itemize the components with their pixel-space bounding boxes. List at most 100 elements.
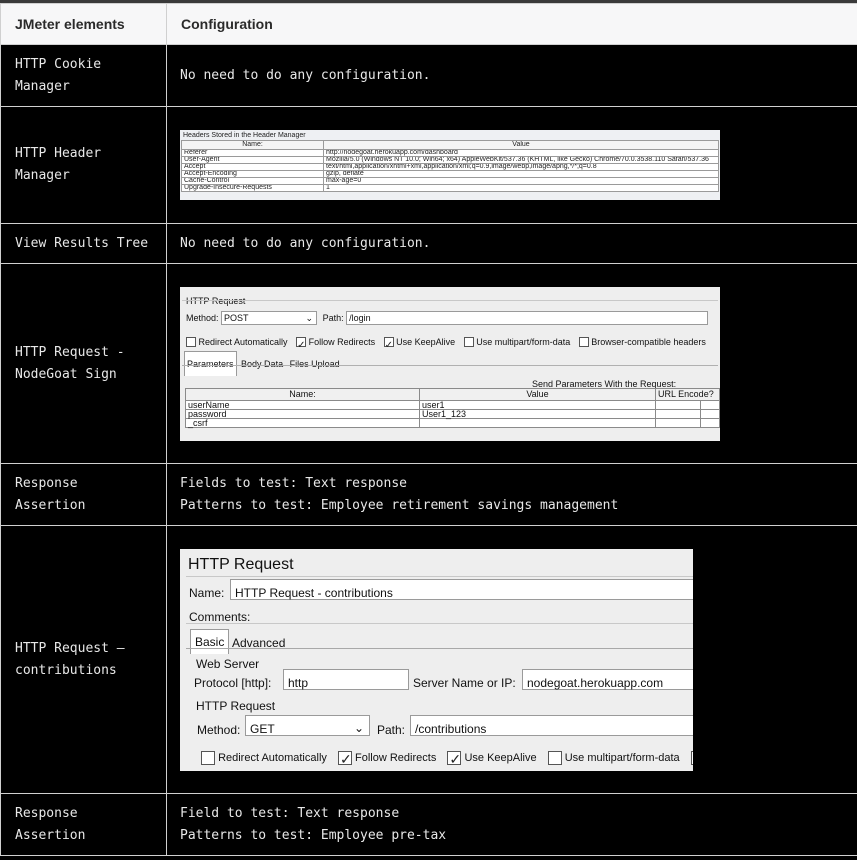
path-label: Path: <box>377 722 406 737</box>
element-cell: HTTP Request - NodeGoat Sign <box>0 263 167 464</box>
element-cell: HTTP Header Manager <box>0 106 167 224</box>
name-input[interactable]: HTTP Request - contributions <box>230 578 693 600</box>
protocol-input[interactable]: http <box>283 668 409 690</box>
table-row: HTTP Header Manager Headers Stored in th… <box>0 106 857 224</box>
server-label: Server Name or IP: <box>413 675 516 690</box>
tab-parameters[interactable]: Parameters <box>184 350 237 376</box>
header-jmeter-elements: JMeter elements <box>0 3 167 45</box>
comments-divider <box>186 622 693 624</box>
redirect-auto-checkbox[interactable] <box>201 750 215 765</box>
hm-row[interactable]: Referer http://nodegoat.herokuapp.com/das… <box>181 149 719 157</box>
params-table: Name: Value URL Encode? userName user1 pa… <box>185 387 720 428</box>
path-input[interactable]: /contributions <box>410 714 693 736</box>
path-label: Path: <box>322 312 344 323</box>
contributions-request-screenshot: HTTP Request Name: HTTP Request - contri… <box>180 548 693 771</box>
hm-name: Cache-Control <box>181 177 324 185</box>
checkbox-label: Use multipart/form-data <box>476 336 571 347</box>
name-label: Name: <box>189 585 225 600</box>
title-divider <box>182 299 718 301</box>
path-value: /login <box>349 313 371 324</box>
config-cell: No need to do any configuration. <box>166 223 857 264</box>
checkbox-label: Use KeepAlive <box>464 751 537 764</box>
method-select[interactable]: POST ⌄ <box>221 311 318 326</box>
element-cell: View Results Tree <box>0 223 167 264</box>
param-col-value: Value <box>419 387 656 401</box>
tab-files-upload[interactable]: Files Upload <box>288 352 342 376</box>
tab-basic[interactable]: Basic <box>190 628 230 654</box>
contrib-title: HTTP Request <box>188 555 294 573</box>
hm-value: 1 <box>323 184 719 192</box>
config-cell: Field to test: Text response Patterns to… <box>166 793 857 856</box>
browser-compatible-checkbox[interactable] <box>690 750 693 765</box>
param-name: userName <box>185 399 420 410</box>
protocol-label: Protocol [http]: <box>194 675 272 690</box>
param-row[interactable]: userName user1 <box>185 399 720 410</box>
hm-row[interactable]: Accept text/html,application/xhtml+xml,ap… <box>181 163 719 171</box>
hm-value: gzip, deflate <box>323 170 719 178</box>
keepalive-checkbox[interactable] <box>383 335 394 357</box>
table-row: Response Assertion Field to test: Text r… <box>0 793 857 856</box>
header-manager-screenshot: Headers Stored in the Header Manager Nam… <box>180 130 720 200</box>
config-table: JMeter elements Configuration HTTP Cooki… <box>0 3 857 856</box>
protocol-value: http <box>288 675 309 690</box>
param-value <box>419 417 656 428</box>
multipart-checkbox[interactable] <box>547 750 562 765</box>
method-label: Method: <box>197 722 241 737</box>
path-value: /contributions <box>415 721 487 736</box>
table-row: View Results Tree No need to do any conf… <box>0 223 857 264</box>
header-manager-title: Headers Stored in the Header Manager <box>183 132 306 139</box>
redirect-auto-checkbox[interactable] <box>186 337 196 348</box>
table-header-row: JMeter elements Configuration <box>0 3 857 45</box>
element-cell: Response Assertion <box>0 793 167 856</box>
param-row[interactable]: password User1_123 <box>185 408 720 419</box>
hm-name: Referer <box>181 149 324 157</box>
server-value: nodegoat.herokuapp.com <box>527 675 664 690</box>
param-col-encode: URL Encode? <box>655 387 720 401</box>
hm-col-name: Name: <box>181 140 324 150</box>
checkbox-label: Redirect Automatically <box>198 336 288 347</box>
tab-strip: Parameters Body Data Files Upload <box>184 350 342 376</box>
config-cell: No need to do any configuration. <box>166 44 857 107</box>
checkbox-label: Follow Redirects <box>308 336 376 347</box>
param-col-name: Name: <box>185 387 420 401</box>
checkbox-label: Use KeepAlive <box>396 336 456 347</box>
hm-value: Mozilla/5.0 (Windows NT 10.0; Win64; x64… <box>323 156 719 164</box>
method-value: POST <box>224 313 249 324</box>
tab-divider <box>186 647 693 649</box>
element-cell: HTTP Cookie Manager <box>0 44 167 107</box>
follow-redirects-checkbox[interactable] <box>337 748 352 770</box>
param-name: password <box>185 408 420 419</box>
table-row: Response Assertion Fields to test: Text … <box>0 463 857 526</box>
param-row[interactable]: _csrf <box>185 417 720 428</box>
title-divider <box>186 575 693 577</box>
checkbox-label: Follow Redirects <box>355 751 437 764</box>
chevron-down-icon: ⌄ <box>353 720 364 735</box>
hm-row[interactable]: Cache-Control max-age=0 <box>181 177 719 185</box>
hm-row[interactable]: Upgrade-Insecure-Requests 1 <box>181 184 719 192</box>
follow-redirects-checkbox[interactable] <box>296 335 307 357</box>
param-name: _csrf <box>185 417 420 428</box>
header-configuration: Configuration <box>166 3 857 45</box>
config-cell: Headers Stored in the Header Manager Nam… <box>166 106 857 224</box>
config-cell: HTTP Request Name: HTTP Request - contri… <box>166 525 857 794</box>
element-cell: HTTP Request – contributions <box>0 525 167 794</box>
options-row: Redirect Automatically Follow Redirects … <box>186 331 706 357</box>
http-request-section-label: HTTP Request <box>196 698 276 713</box>
tab-advanced[interactable]: Advanced <box>230 631 287 655</box>
keepalive-checkbox[interactable] <box>447 748 462 770</box>
header-manager-table: Name: Value Referer http://nodegoat.herok… <box>181 140 719 192</box>
hm-row[interactable]: Accept-Encoding gzip, deflate <box>181 170 719 178</box>
param-value: User1_123 <box>419 408 656 419</box>
options-row: Redirect Automatically Follow Redirects … <box>201 747 693 770</box>
tab-body-data[interactable]: Body Data <box>239 352 285 376</box>
comments-label: Comments: <box>189 609 251 624</box>
path-input[interactable]: /login <box>346 311 709 326</box>
browser-compatible-checkbox[interactable] <box>578 337 589 348</box>
name-value: HTTP Request - contributions <box>235 585 393 600</box>
hm-row[interactable]: User-Agent Mozilla/5.0 (Windows NT 10.0; … <box>181 156 719 164</box>
method-select[interactable]: GET ⌄ <box>245 714 370 736</box>
method-value: GET <box>250 721 275 736</box>
server-input[interactable]: nodegoat.herokuapp.com <box>522 668 693 690</box>
hm-value: max-age=0 <box>323 177 719 185</box>
multipart-checkbox[interactable] <box>463 337 474 348</box>
